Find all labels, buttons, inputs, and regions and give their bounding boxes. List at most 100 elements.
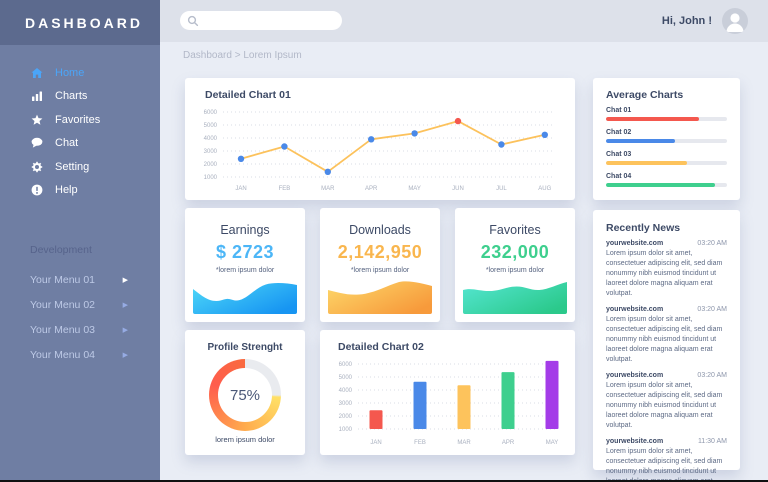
detailed-chart-02-card: Detailed Chart 02 6000500040003000200010… — [320, 330, 575, 455]
news-body: Lorem ipsum dolor sit amet, consectetuer… — [606, 447, 727, 482]
svg-text:5000: 5000 — [339, 375, 353, 381]
news-source: yourwebsite.com — [606, 306, 663, 313]
sidebar-item-setting[interactable]: Setting — [0, 155, 160, 179]
sidebar-item-chat[interactable]: Chat — [0, 132, 160, 156]
news-item[interactable]: yourwebsite.com03:20 AMLorem ipsum dolor… — [606, 240, 727, 299]
progress-track — [606, 139, 727, 143]
user-icon — [722, 8, 748, 34]
svg-text:AUG: AUG — [538, 186, 551, 192]
breadcrumb: Dashboard > Lorem Ipsum — [183, 50, 302, 61]
recently-news-title: Recently News — [606, 222, 680, 234]
sidebar-item-favorites[interactable]: Favorites — [0, 108, 160, 132]
downloads-note: *lorem ipsum dolor — [320, 267, 440, 274]
svg-text:APR: APR — [502, 440, 515, 446]
charts-icon — [31, 90, 43, 102]
sidebar: DASHBOARD Home Charts Favorites Chat Setting… — [0, 0, 160, 482]
svg-text:JAN: JAN — [370, 440, 381, 446]
svg-text:MAR: MAR — [457, 440, 471, 446]
svg-text:FEB: FEB — [279, 186, 291, 192]
svg-text:2000: 2000 — [339, 414, 353, 420]
sidebar-dev-menu: Your Menu 01▶Your Menu 02▶Your Menu 03▶Y… — [0, 267, 160, 367]
news-body: Lorem ipsum dolor sit amet, consectetuer… — [606, 381, 727, 431]
news-item[interactable]: yourwebsite.com 03:20 AM Lorem ipsum dolor… — [606, 372, 727, 431]
svg-text:APR: APR — [365, 186, 378, 192]
charts-icon — [30, 90, 43, 103]
chat-icon — [30, 137, 43, 150]
favorites-title: Favorites — [455, 223, 575, 237]
news-body: Lorem ipsum dolor sit amet, consectetuer… — [606, 249, 727, 299]
news-item-header: yourwebsite.com 11:30 AM — [606, 438, 727, 445]
sidebar-item-label: Setting — [55, 161, 89, 173]
svg-text:3000: 3000 — [339, 401, 353, 407]
progress-fill — [606, 139, 675, 143]
sidebar-item-label: Your Menu 04 — [30, 349, 95, 361]
recently-news-card: Recently News yourwebsite.com 03:20 AM Lor… — [593, 210, 740, 470]
sidebar-item-label: Your Menu 03 — [30, 324, 95, 336]
chevron-right-icon: ▶ — [123, 326, 128, 334]
average-bar-label: Chat 01 — [606, 107, 727, 114]
favorites-wave-chart — [463, 278, 567, 314]
app-title: DASHBOARD — [25, 15, 143, 31]
sidebar-item-label: Chat — [55, 137, 78, 149]
news-timestamp: 11:30 AM — [698, 438, 727, 445]
sidebar-item-home[interactable]: Home — [0, 61, 160, 85]
average-bar-row: Chat 01 — [606, 107, 727, 121]
chart01-title: Detailed Chart 01 — [205, 89, 291, 101]
sidebar-item-your-menu-01[interactable]: Your Menu 01▶ — [0, 267, 160, 292]
news-timestamp: 03:20 AM — [697, 306, 727, 313]
avatar[interactable] — [722, 8, 748, 34]
detailed-chart-01-card: Detailed Chart 01 6000500040003000200010… — [185, 78, 575, 200]
earnings-note: *lorem ipsum dolor — [185, 267, 305, 274]
home-icon — [30, 66, 43, 79]
sidebar-item-charts[interactable]: Charts — [0, 85, 160, 109]
earnings-wave-chart — [193, 278, 297, 314]
average-bar-label: Chat 04 — [606, 173, 727, 180]
svg-text:MAR: MAR — [321, 186, 335, 192]
profile-strength-title: Profile Strenght — [185, 342, 305, 353]
news-timestamp: 03:20 AM — [697, 372, 727, 379]
downloads-wave-chart — [328, 278, 432, 314]
average-charts-card: Average Charts Chat 01Chat 02Chat 03Chat… — [593, 78, 740, 200]
user-greeting: Hi, John ! — [662, 0, 712, 42]
chevron-right-icon: ▶ — [123, 351, 128, 359]
svg-text:6000: 6000 — [339, 362, 353, 368]
sidebar-item-your-menu-03[interactable]: Your Menu 03 ▶ — [0, 317, 160, 342]
sidebar-item-label: Charts — [55, 90, 87, 102]
search-input[interactable] — [203, 14, 335, 27]
average-bars: Chat 01Chat 02Chat 03Chat 04 — [606, 107, 727, 195]
chart02-title: Detailed Chart 02 — [338, 341, 424, 353]
sidebar-item-help[interactable]: Help — [0, 179, 160, 203]
progress-fill — [606, 117, 699, 121]
average-bar-row: Chat 02 — [606, 129, 727, 143]
news-item[interactable]: yourwebsite.com 11:30 AM Lorem ipsum dolor… — [606, 438, 727, 482]
svg-text:2000: 2000 — [204, 162, 218, 168]
sidebar-item-label: Favorites — [55, 114, 100, 126]
sidebar-menu: Home Charts Favorites Chat Setting Help — [0, 61, 160, 202]
profile-strength-caption: lorem ipsum dolor — [185, 435, 305, 444]
sidebar-item-your-menu-04[interactable]: Your Menu 04 ▶ — [0, 342, 160, 367]
svg-text:3000: 3000 — [204, 149, 218, 155]
sidebar-item-your-menu-02[interactable]: Your Menu 02▶ — [0, 292, 160, 317]
search-box[interactable] — [180, 11, 342, 30]
progress-fill — [606, 161, 687, 165]
sidebar-item-label: Your Menu 01 — [30, 274, 95, 286]
app-logo: DASHBOARD — [0, 0, 160, 45]
news-source: yourwebsite.com — [606, 438, 663, 445]
svg-text:1000: 1000 — [204, 175, 218, 181]
news-item-header: yourwebsite.com 03:20 AM — [606, 372, 727, 379]
news-item[interactable]: yourwebsite.com 03:20 AM Lorem ipsum dolor… — [606, 306, 727, 365]
profile-strength-card: Profile Strenght 75% lorem ipsum dolor — [185, 330, 305, 455]
sidebar-item-label: Help — [55, 184, 78, 196]
home-icon — [31, 67, 43, 79]
chat-icon — [31, 137, 43, 149]
svg-text:MAY: MAY — [546, 440, 559, 446]
news-source: yourwebsite.com — [606, 372, 663, 379]
news-body: Lorem ipsum dolor sit amet, consectetuer… — [606, 315, 727, 365]
downloads-card: Downloads 2,142,950 *lorem ipsum dolor — [320, 208, 440, 322]
donut-chart: 75% — [209, 359, 281, 431]
svg-text:4000: 4000 — [204, 136, 218, 142]
svg-text:1000: 1000 — [339, 427, 353, 433]
star-icon — [30, 113, 43, 126]
bar-chart: 600050004000300020001000JANFEBMARAPRMAY — [330, 354, 565, 452]
help-icon — [30, 184, 43, 197]
